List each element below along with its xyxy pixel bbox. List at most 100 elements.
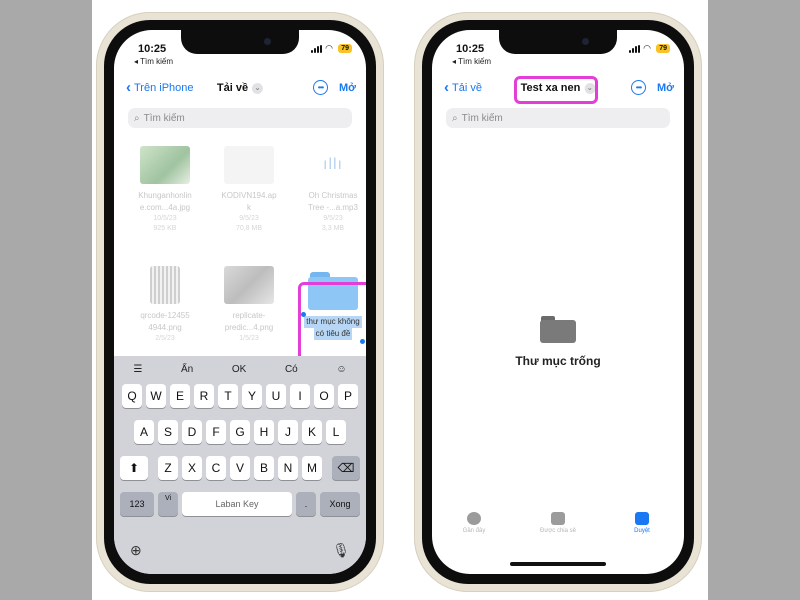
file-name: KODIVN194.ap bbox=[221, 191, 277, 200]
key[interactable]: V bbox=[230, 456, 250, 480]
back-button-label: Tải về bbox=[452, 82, 482, 94]
key[interactable]: I bbox=[290, 384, 310, 408]
more-options-button[interactable]: ••• bbox=[631, 80, 646, 95]
navigation-bar: ‹ Trên iPhone Tải về ⌄ ••• Mở bbox=[114, 74, 366, 104]
emoji-icon[interactable]: ☺ bbox=[336, 364, 346, 375]
phone-bezel: 10:25 ◂ Tìm kiếm ◠ 79 ‹ Trên iPhone Tải … bbox=[104, 20, 376, 584]
status-time: 10:25 bbox=[138, 43, 167, 55]
numbers-key[interactable]: 123 bbox=[120, 492, 154, 516]
key[interactable]: L bbox=[326, 420, 346, 444]
wifi-icon: ◠ bbox=[325, 43, 333, 53]
more-options-button[interactable]: ••• bbox=[313, 80, 328, 95]
battery-indicator: 79 bbox=[656, 44, 670, 53]
key[interactable]: R bbox=[194, 384, 214, 408]
search-placeholder: Tìm kiếm bbox=[143, 112, 185, 124]
key[interactable]: Y bbox=[242, 384, 262, 408]
back-button[interactable]: ‹ Tải về bbox=[444, 79, 482, 96]
clock-icon bbox=[467, 512, 481, 525]
search-icon: ⌕ bbox=[452, 112, 458, 124]
file-name: e.com...4a.jpg bbox=[139, 203, 191, 212]
key[interactable]: D bbox=[182, 420, 202, 444]
suggestion-item[interactable]: OK bbox=[232, 364, 246, 375]
folder-title-menu[interactable]: Tải về ⌄ bbox=[217, 82, 264, 94]
phone-bezel: 10:25 ◂ Tìm kiếm ◠ 79 ‹ Tải về Test xa n… bbox=[422, 20, 694, 584]
period-key[interactable]: . bbox=[296, 492, 316, 516]
search-input[interactable]: ⌕ Tìm kiếm bbox=[446, 108, 670, 128]
empty-folder-icon bbox=[540, 316, 576, 343]
battery-indicator: 79 bbox=[338, 44, 352, 53]
chevron-down-icon: ⌄ bbox=[252, 82, 264, 94]
key[interactable]: C bbox=[206, 456, 226, 480]
suggestion-item[interactable]: Ẩn bbox=[181, 364, 193, 375]
key[interactable]: H bbox=[254, 420, 274, 444]
globe-icon[interactable]: ⊕ bbox=[130, 542, 142, 559]
suggestion-item[interactable]: Có bbox=[285, 364, 298, 375]
key[interactable]: S bbox=[158, 420, 178, 444]
file-item[interactable]: replicate- predic...4.png 1/5/23 bbox=[210, 266, 288, 344]
camera-icon bbox=[264, 38, 271, 45]
home-indicator[interactable] bbox=[510, 562, 606, 566]
key[interactable]: T bbox=[218, 384, 238, 408]
vietnamese-key[interactable]: Vi bbox=[158, 492, 178, 516]
tab-label: Được chia sẻ bbox=[540, 528, 576, 534]
backspace-key[interactable]: ⌫ bbox=[332, 456, 360, 480]
key[interactable]: J bbox=[278, 420, 298, 444]
chevron-left-icon: ‹ bbox=[444, 79, 449, 96]
tab-shared[interactable]: Được chia sẻ bbox=[523, 512, 593, 546]
file-size: 3,3 MB bbox=[321, 225, 345, 232]
key[interactable]: A bbox=[134, 420, 154, 444]
key[interactable]: B bbox=[254, 456, 274, 480]
open-button[interactable]: Mở bbox=[339, 82, 356, 94]
highlight-box bbox=[514, 76, 598, 104]
search-input[interactable]: ⌕ Tìm kiếm bbox=[128, 108, 352, 128]
shift-key[interactable]: ⬆ bbox=[120, 456, 148, 480]
file-item[interactable]: ıllı Oh Christmas Tree -...a.mp3 9/5/23 … bbox=[294, 146, 366, 234]
file-name: Tree -...a.mp3 bbox=[308, 203, 358, 212]
microphone-icon[interactable]: 🎙 bbox=[332, 542, 350, 559]
screenshot-stage: 10:25 ◂ Tìm kiếm ◠ 79 ‹ Trên iPhone Tải … bbox=[0, 0, 800, 600]
tab-recents[interactable]: Gần đây bbox=[439, 512, 509, 546]
key[interactable]: X bbox=[182, 456, 202, 480]
key[interactable]: O bbox=[314, 384, 334, 408]
search-icon: ⌕ bbox=[134, 112, 140, 124]
key[interactable]: U bbox=[266, 384, 286, 408]
key-row-4: 123 Vi Laban Key . Xong bbox=[114, 492, 366, 516]
file-item[interactable]: KODIVN194.ap k 9/5/23 70,8 MB bbox=[210, 146, 288, 234]
tab-browse[interactable]: Duyệt bbox=[607, 512, 677, 546]
left-phone: 10:25 ◂ Tìm kiếm ◠ 79 ‹ Trên iPhone Tải … bbox=[96, 12, 384, 592]
key[interactable]: Z bbox=[158, 456, 178, 480]
file-date: 10/5/23 bbox=[153, 215, 177, 222]
file-name: predic...4.png bbox=[224, 323, 274, 332]
key[interactable]: N bbox=[278, 456, 298, 480]
audio-waveform-icon: ıllı bbox=[323, 156, 343, 173]
chevron-left-icon: ‹ bbox=[126, 79, 131, 96]
key[interactable]: G bbox=[230, 420, 250, 444]
file-name: qrcode-12455 bbox=[140, 311, 190, 320]
notch bbox=[499, 30, 617, 54]
file-date: 9/5/23 bbox=[323, 215, 343, 222]
file-item[interactable]: Khunganhonlin e.com...4a.jpg 10/5/23 925… bbox=[126, 146, 204, 234]
file-item[interactable]: qrcode-12455 4944.png 2/5/23 bbox=[126, 266, 204, 344]
back-to-app-link[interactable]: ◂ Tìm kiếm bbox=[452, 57, 491, 66]
file-thumbnail bbox=[224, 146, 274, 184]
open-button[interactable]: Mở bbox=[657, 82, 674, 94]
space-key[interactable]: Laban Key bbox=[182, 492, 292, 516]
image-thumbnail bbox=[224, 266, 274, 304]
key[interactable]: E bbox=[170, 384, 190, 408]
key[interactable]: P bbox=[338, 384, 358, 408]
keyboard-menu-icon[interactable]: ☰ bbox=[133, 364, 142, 375]
key[interactable]: M bbox=[302, 456, 322, 480]
left-gray-margin bbox=[0, 0, 92, 600]
file-name: Khunganhonlin bbox=[138, 191, 192, 200]
back-to-app-link[interactable]: ◂ Tìm kiếm bbox=[134, 57, 173, 66]
right-phone: 10:25 ◂ Tìm kiếm ◠ 79 ‹ Tải về Test xa n… bbox=[414, 12, 702, 592]
file-name: k bbox=[247, 203, 251, 212]
key[interactable]: F bbox=[206, 420, 226, 444]
back-button[interactable]: ‹ Trên iPhone bbox=[126, 79, 194, 96]
key-row-3: ⬆ Z X C V B N M ⌫ bbox=[114, 456, 366, 480]
key[interactable]: W bbox=[146, 384, 166, 408]
key[interactable]: K bbox=[302, 420, 322, 444]
done-key[interactable]: Xong bbox=[320, 492, 360, 516]
key[interactable]: Q bbox=[122, 384, 142, 408]
file-size: 925 KB bbox=[153, 225, 177, 232]
